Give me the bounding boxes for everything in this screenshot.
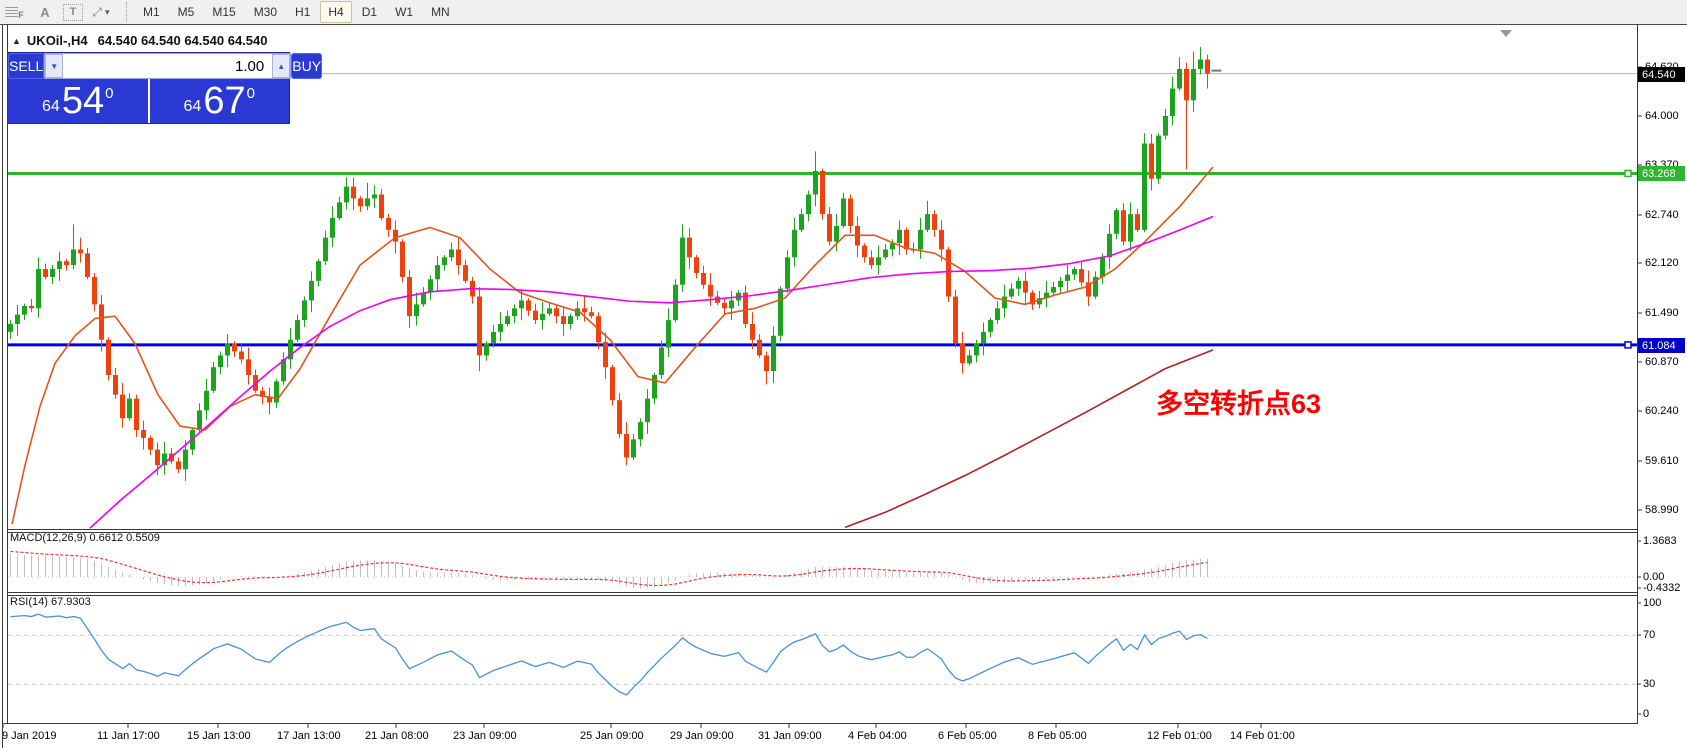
time-tick-label: 14 Feb 01:00: [1230, 730, 1295, 742]
expert-grid-icon[interactable]: F: [3, 2, 27, 22]
chart-annotation-text[interactable]: 多空转折点63: [1156, 382, 1321, 421]
a-letter: A: [40, 4, 50, 20]
ma-line-slow: [844, 349, 1214, 529]
macd-indicator-label: MACD(12,26,9) 0.6612 0.5509: [10, 532, 160, 544]
hline-handle[interactable]: [1624, 169, 1632, 178]
time-tick-label: 17 Jan 13:00: [277, 730, 341, 742]
price-tick: 59.610: [1645, 455, 1679, 467]
macd-signal-line: [10, 550, 1208, 587]
price-tick: 58.990: [1645, 504, 1679, 516]
timeframe-button-m1[interactable]: M1: [135, 1, 168, 23]
chart-canvas[interactable]: [0, 25, 1687, 748]
time-tick-label: 12 Feb 01:00: [1147, 730, 1212, 742]
f-letter: F: [18, 10, 24, 20]
timeframe-button-d1[interactable]: D1: [354, 1, 385, 23]
time-tick-label: 6 Feb 05:00: [938, 730, 997, 742]
price-tick: 60.870: [1645, 356, 1679, 368]
macd-layer: [8, 550, 1637, 589]
rsi-line: [10, 613, 1208, 696]
buy-button[interactable]: BUY: [291, 53, 323, 79]
price-tick: 61.490: [1645, 307, 1679, 319]
chart-shift-marker[interactable]: [1500, 30, 1512, 37]
rsi-splitter-bottom: [7, 595, 1638, 596]
sell-button[interactable]: SELL: [8, 53, 45, 79]
timeframe-button-m5[interactable]: M5: [170, 1, 203, 23]
volume-decrease-button[interactable]: ▼: [45, 54, 64, 78]
timeframe-button-m15[interactable]: M15: [204, 1, 243, 23]
text-box-icon[interactable]: T: [63, 3, 83, 21]
text-label-icon[interactable]: A: [33, 2, 57, 22]
indicator-tick: 100: [1643, 597, 1662, 609]
price-badge: 61.084: [1638, 338, 1685, 353]
toolbar: F A T ⤢ ▾ M1 M5 M15 M30 H1 H4 D1 W1 MN: [0, 0, 1687, 25]
time-tick-label: 11 Jan 17:00: [97, 730, 160, 742]
mt4-terminal-window: F A T ⤢ ▾ M1 M5 M15 M30 H1 H4 D1 W1 MN ▲ UKOil-,H…: [0, 0, 1687, 748]
chart-window: ▲ UKOil-,H4 64.540 64.540 64.540 64.540 SE…: [0, 25, 1687, 748]
time-tick-label: 23 Jan 09:00: [453, 730, 517, 742]
chevron-down-icon: ▾: [105, 6, 110, 17]
indicator-tick: 30: [1643, 678, 1656, 690]
volume-control: ▼ ▲: [44, 53, 292, 79]
time-axis-border: [2, 723, 1638, 724]
trade-panel-top-row: SELL ▼ ▲ BUY: [8, 53, 323, 79]
time-tick-label: 8 Feb 05:00: [1028, 730, 1087, 742]
time-tick-label: 4 Feb 04:00: [848, 730, 907, 742]
buy-price-display[interactable]: 64 67 0: [150, 79, 290, 123]
price-tick: 62.740: [1645, 209, 1679, 221]
ma-line-medium: [89, 215, 1214, 529]
time-tick-label: 15 Jan 13:00: [187, 730, 251, 742]
macd-splitter-top[interactable]: [7, 529, 1638, 530]
sell-price-pip: 0: [105, 84, 114, 102]
toolbar-separator: [126, 2, 128, 22]
indicator-tick: -0.4332: [1643, 582, 1681, 594]
buy-price-pip: 0: [246, 84, 255, 102]
time-tick-label: 21 Jan 08:00: [365, 730, 429, 742]
collapse-triangle-icon[interactable]: ▲: [12, 36, 21, 46]
timeframe-button-h4[interactable]: H4: [320, 1, 352, 23]
time-tick-label: 29 Jan 09:00: [670, 730, 734, 742]
buy-price-main: 67: [203, 80, 246, 122]
timeframe-group: M1 M5 M15 M30 H1 H4 D1 W1 MN: [134, 1, 459, 23]
chart-title: ▲ UKOil-,H4 64.540 64.540 64.540 64.540: [12, 33, 267, 48]
one-click-trading-panel: SELL ▼ ▲ BUY 64540 64670: [8, 53, 323, 123]
volume-increase-button[interactable]: ▲: [272, 54, 291, 78]
hline-handle[interactable]: [1624, 341, 1632, 349]
price-tick: 64.000: [1645, 110, 1679, 122]
trade-panel-prices: 64 54 0 64 67 0: [8, 79, 289, 123]
time-tick-label: 25 Jan 09:00: [580, 730, 644, 742]
buy-price-handle: 64: [183, 98, 202, 115]
ohlc-quotes: 64.540 64.540 64.540 64.540: [97, 33, 268, 48]
time-tick-label: 9 Jan 2019: [2, 730, 57, 742]
timeframe-button-m30[interactable]: M30: [246, 1, 285, 23]
time-tick-label: 31 Jan 09:00: [758, 730, 822, 742]
symbol-name: UKOil-,H4: [26, 33, 88, 48]
t-letter: T: [69, 6, 77, 18]
sell-price-handle: 64: [42, 98, 60, 115]
price-tick: 60.240: [1645, 405, 1679, 417]
rsi-indicator-label: RSI(14) 67.9303: [10, 596, 91, 608]
rsi-splitter-top[interactable]: [7, 592, 1638, 593]
indicator-tick: 0: [1643, 708, 1650, 720]
window-left-edge: [2, 25, 3, 748]
timeframe-button-h1[interactable]: H1: [287, 1, 318, 23]
rsi-layer: [8, 613, 1637, 696]
moving-averages-layer: [11, 166, 1214, 529]
dotted-grid-icon: [5, 7, 19, 17]
price-badge: 64.540: [1638, 67, 1685, 82]
indicator-tick: 1.3683: [1643, 535, 1677, 547]
timeframe-button-w1[interactable]: W1: [387, 1, 421, 23]
sell-price-display[interactable]: 64 54 0: [8, 79, 148, 123]
timeframe-button-mn[interactable]: MN: [423, 1, 458, 23]
price-tick: 62.120: [1645, 257, 1679, 269]
macd-splitter-bottom: [7, 532, 1638, 533]
chart-left-border: [7, 25, 8, 723]
arrows-dropdown-icon[interactable]: ⤢ ▾: [89, 2, 113, 22]
sell-price-main: 54: [61, 80, 105, 122]
chart-right-border: [1637, 25, 1638, 723]
price-badge: 63.268: [1638, 166, 1685, 181]
indicator-tick: 70: [1643, 629, 1656, 641]
volume-input[interactable]: [63, 54, 273, 78]
arrows-icon: ⤢: [92, 4, 103, 19]
